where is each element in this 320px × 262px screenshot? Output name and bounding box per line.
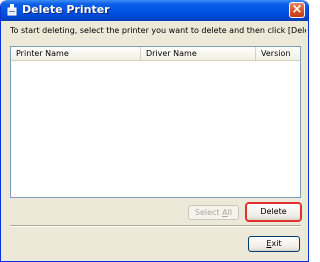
column-header-driver-name[interactable]: Driver Name [141,47,256,60]
column-header-version[interactable]: Version [256,47,300,60]
printer-list[interactable]: Printer Name Driver Name Version [10,46,301,198]
title-bar[interactable]: Delete Printer × [1,0,308,21]
delete-printer-dialog: Delete Printer × To start deleting, sele… [0,0,309,262]
list-header: Printer Name Driver Name Version [11,47,300,61]
window-title: Delete Printer [22,3,110,16]
exit-button[interactable]: Exit [248,236,300,252]
instruction-text: To start deleting, select the printer yo… [10,26,306,35]
column-header-printer-name[interactable]: Printer Name [11,47,141,60]
close-icon: × [291,2,303,17]
close-button[interactable]: × [289,2,305,18]
select-all-button[interactable]: Select All [188,205,239,220]
separator [10,225,301,227]
delete-button[interactable]: Delete [245,202,302,222]
printer-delete-icon [7,4,17,16]
